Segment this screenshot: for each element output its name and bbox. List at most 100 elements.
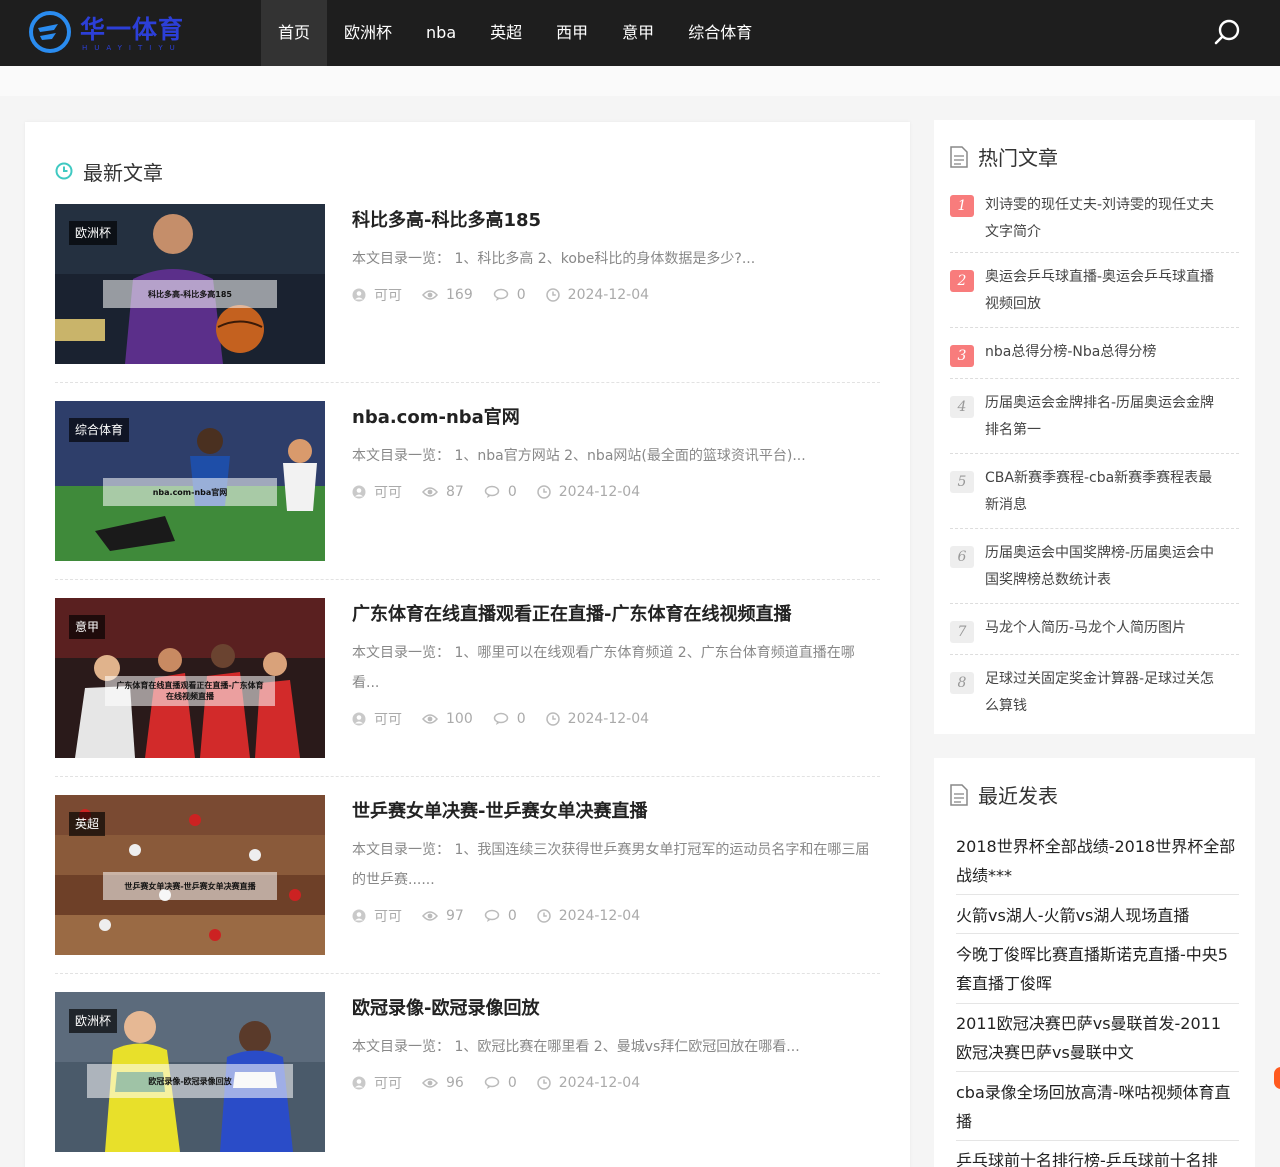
view-count: 169	[446, 287, 473, 303]
article-item: 英超 世乒赛女单决赛-世乒赛女单决赛直播 世乒赛女单决赛-世乒赛女单决赛直播 本…	[55, 795, 880, 974]
view-count: 96	[446, 1075, 464, 1091]
rank-badge: 6	[950, 546, 974, 568]
article-item: 欧洲杯 欧冠录像-欧冠录像回放 欧冠录像-欧冠录像回放 本文目录一览： 1、欧冠…	[55, 992, 880, 1167]
view-count: 97	[446, 908, 464, 924]
article-title[interactable]: 科比多高-科比多高185	[352, 206, 541, 232]
recent-post-link[interactable]: 2011欧冠决赛巴萨vs曼联首发-2011欧冠决赛巴萨vs曼联中文	[956, 1009, 1236, 1067]
category-tag[interactable]: 意甲	[69, 615, 106, 639]
publish-date: 2024-12-04	[558, 1075, 641, 1091]
site-logo[interactable]: 华一体育 HUAYITIYU	[28, 8, 198, 58]
hot-divider	[950, 654, 1239, 655]
user-icon	[352, 288, 366, 302]
hot-article-link[interactable]: nba总得分榜-Nba总得分榜	[985, 339, 1225, 366]
category-tag[interactable]: 欧洲杯	[69, 1009, 118, 1033]
article-thumbnail[interactable]: 综合体育 nba.com-nba官网	[55, 401, 325, 561]
top-header: 华一体育 HUAYITIYU 首页 欧洲杯 nba 英超 西甲 意甲 综合体育	[0, 0, 1280, 66]
article-excerpt: 本文目录一览： 1、科比多高 2、kobe科比的身体数据是多少?...	[352, 251, 756, 267]
meta-author: 可可	[352, 709, 402, 729]
hot-article-link[interactable]: 马龙个人简历-马龙个人简历图片	[985, 615, 1225, 642]
meta-date: 2024-12-04	[545, 711, 649, 727]
nav-serie-a[interactable]: 意甲	[605, 0, 671, 66]
nav-premier-league[interactable]: 英超	[473, 0, 539, 66]
recent-divider	[956, 894, 1239, 895]
recent-divider	[956, 1140, 1239, 1141]
rank-badge: 8	[950, 672, 974, 694]
clock-small-icon	[537, 485, 551, 499]
category-tag[interactable]: 综合体育	[69, 418, 130, 442]
article-thumbnail[interactable]: 意甲 广东体育在线直播观看正在直播-广东体育在线视频直播	[55, 598, 325, 758]
article-item: 综合体育 nba.com-nba官网 nba.com-nba官网 本文目录一览：…	[55, 401, 880, 580]
recent-post-link[interactable]: 2018世界杯全部战绩-2018世界杯全部战绩***	[956, 832, 1236, 890]
clock-small-icon	[545, 712, 560, 726]
recent-post-link[interactable]: 今晚丁俊晖比赛直播斯诺克直播-中央5套直播丁俊晖	[956, 940, 1236, 998]
nav-la-liga[interactable]: 西甲	[539, 0, 605, 66]
article-thumbnail[interactable]: 欧洲杯 科比多高-科比多高185	[55, 204, 325, 364]
widget-header: 最近发表	[950, 780, 1058, 809]
document-icon	[950, 145, 968, 168]
nav-general-sports[interactable]: 综合体育	[671, 0, 769, 66]
hot-article-link[interactable]: 历届奥运会中国奖牌榜-历届奥运会中国奖牌榜总数统计表	[985, 540, 1225, 594]
hot-divider	[950, 603, 1239, 604]
hot-article-link[interactable]: CBA新赛季赛程-cba新赛季赛程表最新消息	[985, 465, 1225, 519]
article-divider	[55, 382, 880, 383]
meta-comments: 0	[484, 484, 517, 500]
floating-widget-button[interactable]	[1274, 1067, 1280, 1089]
header-band	[0, 66, 1280, 96]
article-meta: 可可 96 0 2024-12-04	[352, 1073, 660, 1093]
comment-count: 0	[516, 711, 526, 727]
comment-icon	[484, 909, 500, 922]
meta-views: 100	[422, 711, 473, 727]
user-icon	[352, 485, 366, 499]
article-item: 欧洲杯 科比多高-科比多高185 科比多高-科比多高185 本文目录一览： 1、…	[55, 204, 880, 383]
rank-badge: 3	[950, 345, 974, 367]
user-icon	[352, 712, 366, 726]
article-title[interactable]: 世乒赛女单决赛-世乒赛女单决赛直播	[352, 797, 647, 823]
thumbnail-caption: nba.com-nba官网	[103, 478, 277, 506]
hot-divider	[950, 327, 1239, 328]
thumbnail-caption: 欧冠录像-欧冠录像回放	[87, 1064, 293, 1098]
meta-date: 2024-12-04	[537, 908, 640, 924]
article-thumbnail[interactable]: 欧洲杯 欧冠录像-欧冠录像回放	[55, 992, 325, 1152]
article-title[interactable]: 广东体育在线直播观看正在直播-广东体育在线视频直播	[352, 600, 791, 626]
hot-divider	[950, 252, 1239, 253]
author-name: 可可	[374, 712, 402, 728]
meta-date: 2024-12-04	[537, 484, 640, 500]
author-name: 可可	[374, 1076, 402, 1092]
meta-views: 87	[422, 484, 464, 500]
eye-icon	[422, 1078, 438, 1088]
category-tag[interactable]: 英超	[69, 812, 106, 836]
hot-article-link[interactable]: 刘诗雯的现任丈夫-刘诗雯的现任丈夫文字简介	[985, 192, 1225, 246]
article-title[interactable]: nba.com-nba官网	[352, 403, 520, 429]
hot-article-link[interactable]: 历届奥运会金牌排名-历届奥运会金牌排名第一	[985, 390, 1225, 444]
meta-comments: 0	[484, 1075, 517, 1091]
main-nav: 首页 欧洲杯 nba 英超 西甲 意甲 综合体育	[261, 0, 769, 66]
document-icon	[950, 783, 968, 806]
article-meta: 可可 87 0 2024-12-04	[352, 482, 660, 502]
article-thumbnail[interactable]: 英超 世乒赛女单决赛-世乒赛女单决赛直播	[55, 795, 325, 955]
recent-post-link[interactable]: 乒乓球前十名排行榜-乒乓球前十名排	[956, 1146, 1236, 1167]
article-meta: 可可 169 0 2024-12-04	[352, 285, 669, 305]
category-tag[interactable]: 欧洲杯	[69, 221, 118, 245]
hot-article-link[interactable]: 奥运会乒乓球直播-奥运会乒乓球直播视频回放	[985, 264, 1225, 318]
hot-article-link[interactable]: 足球过关固定奖金计算器-足球过关怎么算钱	[985, 666, 1225, 720]
logo-text: 华一体育	[80, 15, 185, 44]
article-divider	[55, 776, 880, 777]
nav-nba[interactable]: nba	[409, 0, 473, 66]
article-meta: 可可 100 0 2024-12-04	[352, 709, 669, 729]
publish-date: 2024-12-04	[558, 484, 641, 500]
logo-mark-icon	[29, 11, 71, 53]
meta-date: 2024-12-04	[537, 1075, 640, 1091]
nav-euro-cup[interactable]: 欧洲杯	[327, 0, 409, 66]
eye-icon	[422, 290, 438, 300]
publish-date: 2024-12-04	[567, 287, 650, 303]
article-title[interactable]: 欧冠录像-欧冠录像回放	[352, 994, 539, 1020]
nav-home[interactable]: 首页	[261, 0, 328, 66]
logo-subtext: HUAYITIYU	[82, 44, 182, 52]
author-name: 可可	[374, 485, 402, 501]
article-excerpt: 本文目录一览： 1、哪里可以在线观看广东体育频道 2、广东台体育频道直播在哪看.…	[352, 645, 855, 691]
recent-post-link[interactable]: 火箭vs湖人-火箭vs湖人现场直播	[956, 901, 1236, 930]
search-icon[interactable]	[1212, 18, 1242, 48]
recent-post-link[interactable]: cba录像全场回放高清-咪咕视频体育直播	[956, 1078, 1236, 1136]
hot-divider	[950, 378, 1239, 379]
comment-icon	[493, 712, 508, 725]
